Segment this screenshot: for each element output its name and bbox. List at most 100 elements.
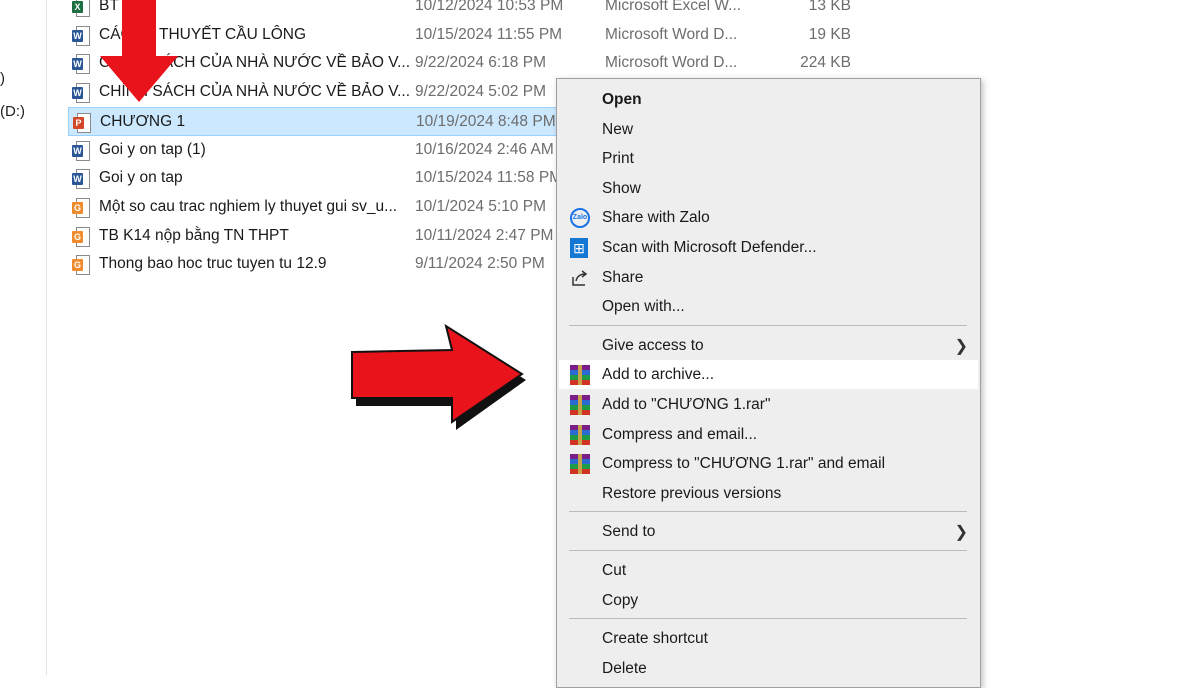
menu-separator [569, 550, 967, 551]
file-name: Một so cau trac nghiem ly thuyet gui sv_… [99, 197, 398, 215]
menu-item-label: Print [602, 150, 634, 168]
file-date-modified: 10/19/2024 8:48 PM [416, 112, 556, 130]
word-icon: W [72, 169, 90, 190]
nav-item-drive-d[interactable]: (D:) [0, 103, 25, 120]
menu-item-share-with-zalo[interactable]: Zalo Share with Zalo [559, 203, 978, 232]
menu-item-label: New [602, 120, 634, 138]
file-row[interactable]: W Goi y on tap 10/15/2024 11:58 PM [68, 164, 562, 193]
annotation-arrow-right [351, 323, 526, 430]
winrar-icon [570, 365, 590, 386]
menu-item-label: Copy [602, 591, 639, 609]
menu-item-label: Cut [602, 562, 627, 579]
file-row[interactable]: W CÁC LÝ THUYẾT CẦU LÔNG 10/15/2024 11:55 … [68, 21, 858, 50]
file-row[interactable]: W Goi y on tap (1) 10/16/2024 2:46 AM [68, 136, 558, 165]
menu-item-create-shortcut[interactable]: Create shortcut [559, 624, 978, 653]
file-date-modified: 10/11/2024 2:47 PM [415, 226, 554, 244]
menu-item-label: Add to "CHƯƠNG 1.rar" [602, 396, 771, 413]
menu-item-share[interactable]: Share [559, 263, 978, 292]
foxit-pdf-icon: G [72, 197, 90, 218]
file-date-modified: 10/15/2024 11:55 PM [415, 25, 563, 43]
menu-item-label: Restore previous versions [602, 484, 782, 502]
file-row[interactable]: W CHÍNH SÁCH CỦA NHÀ NƯỚC VỀ BẢO V... 9/22… [68, 49, 858, 78]
menu-item-cut[interactable]: Cut [559, 556, 978, 585]
foxit-pdf-icon: G [72, 226, 90, 247]
menu-item-label: Give access to [602, 336, 704, 354]
menu-item-add-to-ch-ng-1-rar[interactable]: Add to "CHƯƠNG 1.rar" [559, 390, 978, 419]
menu-item-open-with[interactable]: Open with... [559, 292, 978, 321]
nav-item-drive[interactable]: ) [0, 70, 5, 87]
winrar-icon [570, 454, 590, 475]
file-row[interactable]: X BT 10/12/2024 10:53 PM Microsoft Excel W.… [68, 0, 858, 21]
word-icon: W [72, 54, 90, 75]
menu-item-scan-with-microsoft-defender[interactable]: ⊞ Scan with Microsoft Defender... [559, 233, 978, 262]
menu-item-show[interactable]: Show [559, 174, 978, 203]
winrar-icon [570, 424, 590, 445]
navigation-pane: ) (D:) [0, 0, 47, 675]
file-name: Goi y on tap (1) [99, 140, 206, 158]
menu-item-label: Compress to "CHƯƠNG 1.rar" and email [602, 455, 886, 473]
winrar-icon [570, 395, 590, 415]
menu-item-label: Create shortcut [602, 630, 708, 648]
file-type: Microsoft Word D... [605, 54, 738, 72]
menu-item-label: Open with... [602, 298, 685, 316]
file-name: Thong bao hoc truc tuyen tu 12.9 [99, 255, 327, 273]
menu-item-label: Delete [602, 659, 647, 677]
menu-item-label: Send to [602, 523, 656, 541]
menu-item-label: Share with Zalo [602, 209, 710, 227]
annotation-arrow-down [100, 0, 178, 102]
menu-item-label: Scan with Microsoft Defender... [602, 239, 817, 256]
menu-item-send-to[interactable]: Send to ❯ [559, 517, 978, 546]
file-type: Microsoft Excel W... [605, 0, 742, 14]
word-icon: W [72, 140, 90, 161]
menu-item-label: Show [602, 179, 641, 197]
menu-item-label: Share [602, 268, 644, 286]
menu-item-add-to-archive[interactable]: Add to archive... [559, 360, 978, 390]
file-date-modified: 10/1/2024 5:10 PM [415, 197, 546, 215]
file-name: Goi y on tap [99, 169, 183, 187]
file-date-modified: 9/22/2024 6:18 PM [415, 54, 546, 72]
menu-item-restore-previous-versions[interactable]: Restore previous versions [559, 479, 978, 508]
menu-separator [569, 511, 967, 513]
menu-item-label: Add to archive... [602, 366, 715, 384]
zalo-icon: Zalo [570, 208, 590, 229]
menu-separator [569, 324, 967, 326]
chevron-right-icon: ❯ [954, 524, 968, 542]
file-row[interactable]: P CHƯƠNG 1 10/19/2024 8:48 PM [68, 106, 558, 136]
word-icon: W [72, 83, 90, 104]
foxit-pdf-icon: G [72, 255, 90, 276]
file-row[interactable]: G Một so cau trac nghiem ly thuyet gui sv… [68, 193, 558, 222]
context-menu: Open New Print Show Zalo Share with Zalo ⊞ Scan… [556, 78, 981, 688]
menu-item-give-access-to[interactable]: Give access to ❯ [559, 331, 978, 360]
menu-item-delete[interactable]: Delete [559, 654, 978, 683]
defender-shield-icon: ⊞ [570, 238, 590, 258]
menu-item-compress-to-ch-ng-1-rar-and-email[interactable]: Compress to "CHƯƠNG 1.rar" and email [559, 449, 978, 478]
file-date-modified: 10/12/2024 10:53 PM [415, 0, 564, 14]
menu-item-new[interactable]: New [559, 115, 978, 144]
arrow-down-shape [100, 0, 178, 102]
file-size: 13 KB [808, 0, 851, 14]
menu-item-print[interactable]: Print [559, 144, 978, 173]
share-icon [570, 268, 590, 288]
file-date-modified: 10/15/2024 11:58 PM [415, 169, 563, 187]
word-icon: W [72, 25, 90, 46]
file-type: Microsoft Word D... [605, 25, 738, 43]
file-size: 224 KB [800, 54, 851, 72]
excel-icon: X [72, 0, 90, 17]
file-date-modified: 9/22/2024 5:02 PM [415, 83, 546, 101]
file-size: 19 KB [808, 25, 851, 43]
chevron-right-icon: ❯ [954, 337, 968, 355]
menu-item-compress-and-email[interactable]: Compress and email... [559, 420, 978, 449]
file-row[interactable]: G Thong bao hoc truc tuyen tu 12.9 9/11/20… [68, 250, 558, 279]
menu-separator [569, 618, 967, 620]
arrow-right-shape [351, 323, 524, 424]
menu-item-copy[interactable]: Copy [559, 586, 978, 615]
file-name: CHƯƠNG 1 [100, 112, 186, 130]
menu-item-label: Compress and email... [602, 425, 758, 443]
file-name: TB K14 nộp bằng TN THPT [99, 226, 289, 244]
file-row[interactable]: G TB K14 nộp bằng TN THPT 10/11/2024 2:47 … [68, 222, 558, 251]
powerpoint-icon: P [73, 112, 91, 133]
menu-item-label: Open [602, 91, 642, 108]
file-date-modified: 10/16/2024 2:46 AM [415, 140, 554, 158]
menu-item-open[interactable]: Open [559, 85, 978, 114]
file-date-modified: 9/11/2024 2:50 PM [415, 255, 545, 273]
